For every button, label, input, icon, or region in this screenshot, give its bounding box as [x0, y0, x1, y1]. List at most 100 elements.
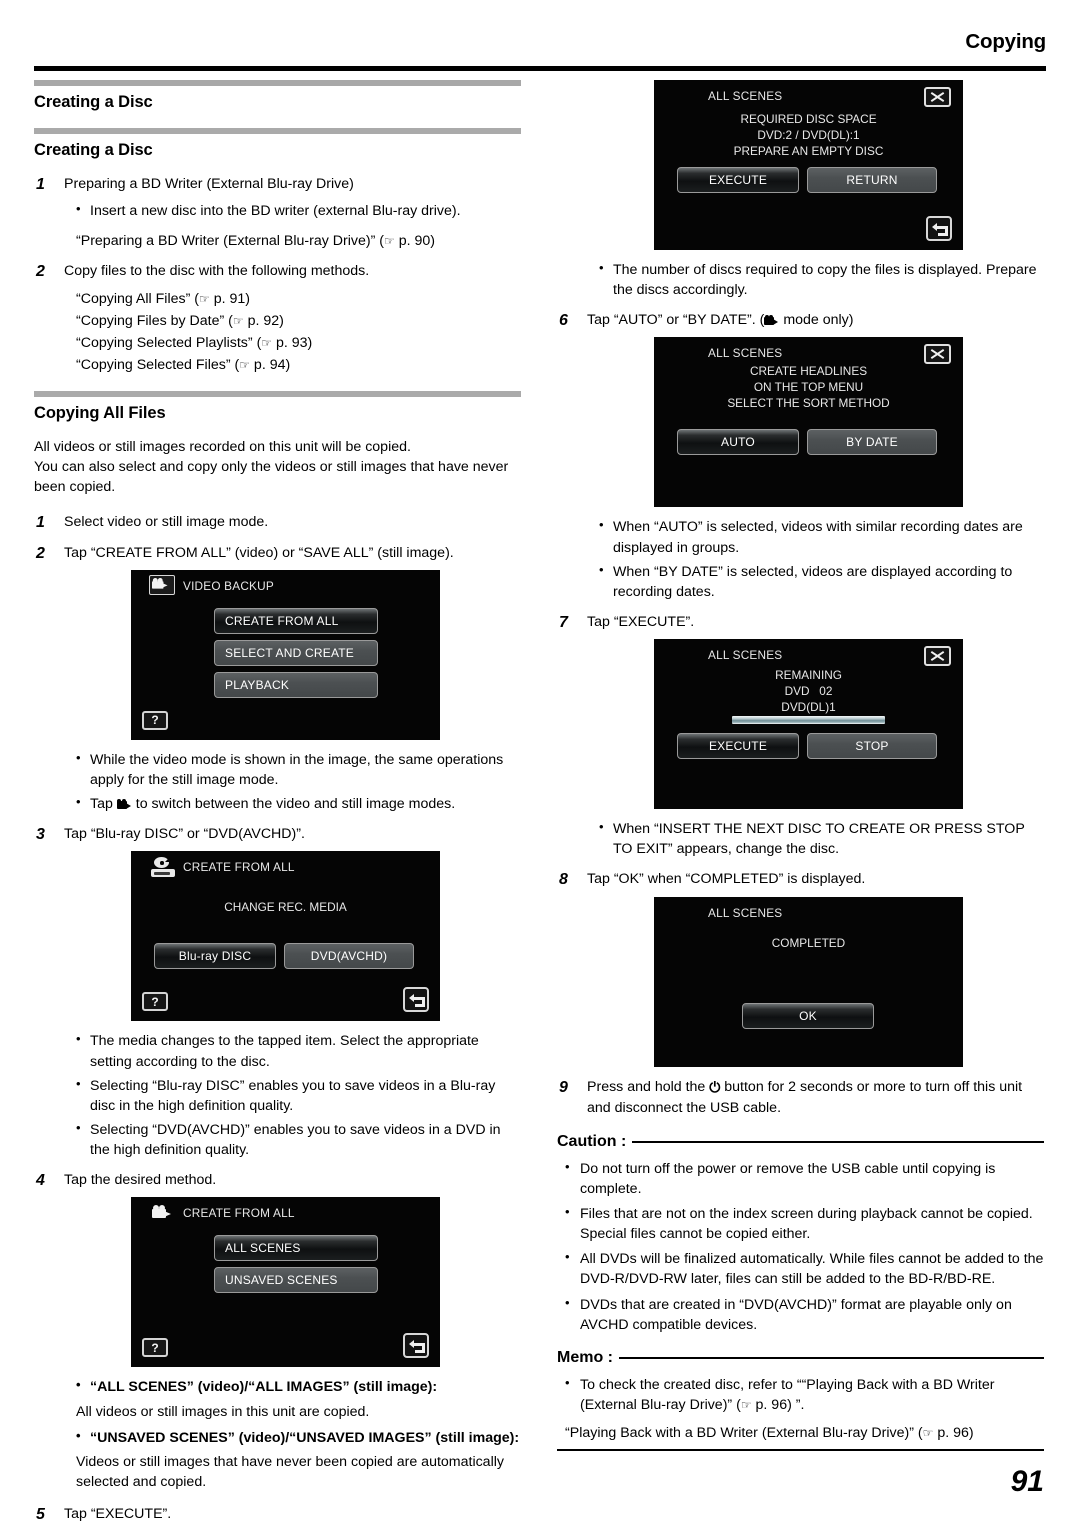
panel-title: VIDEO BACKUP — [183, 578, 274, 593]
list-item: While the video mode is shown in the ima… — [76, 749, 521, 790]
button-bluray-disc[interactable]: Blu-ray DISC — [154, 943, 276, 970]
intro-line-1: All videos or still images recorded on t… — [34, 439, 411, 456]
caf-step-5: 5 Tap “EXECUTE”. — [34, 1504, 521, 1525]
step-number: 7 — [559, 614, 568, 632]
step-text: Copy files to the disc with the followin… — [64, 263, 370, 280]
close-icon[interactable] — [924, 87, 951, 107]
back-button[interactable] — [403, 1333, 429, 1359]
back-button[interactable] — [403, 987, 429, 1013]
panel-title: ALL SCENES — [708, 648, 783, 663]
button-unsaved-scenes[interactable]: UNSAVED SCENES — [214, 1267, 378, 1294]
memo-list: To check the created disc, refer to ““Pl… — [557, 1374, 1044, 1415]
step-text: Press and hold the ⏻ button for 2 second… — [587, 1077, 1044, 1119]
caf-step-2: 2 Tap “CREATE FROM ALL” (video) or “SAVE… — [34, 543, 521, 564]
button-create-from-all[interactable]: CREATE FROM ALL — [214, 607, 378, 634]
step-number: 9 — [559, 1078, 568, 1096]
panel-2-bullets: The media changes to the tapped item. Se… — [34, 1030, 521, 1160]
right-column: ALL SCENES REQUIRED DISC SPACE DVD:2 / D… — [557, 80, 1044, 1452]
panel-message-line-1: REQUIRED DISC SPACE — [740, 112, 877, 126]
step-1-reference: “Preparing a BD Writer (External Blu-ray… — [34, 231, 521, 251]
list-item: “ALL SCENES” (video)/“ALL IMAGES” (still… — [76, 1376, 521, 1397]
hand-pointer-icon: ☞ — [232, 313, 244, 328]
hand-pointer-icon: ☞ — [384, 234, 395, 249]
reference-page: p. 93) — [272, 334, 313, 351]
panel-message-line-3: DVD(DL)1 — [781, 700, 836, 715]
memo-rule — [619, 1356, 1044, 1359]
intro-line-2: You can also select and copy only the vi… — [34, 459, 509, 496]
button-by-date[interactable]: BY DATE — [807, 429, 937, 456]
memo-label: Memo : — [557, 1348, 613, 1366]
panel-message: CHANGE REC. MEDIA — [224, 900, 347, 915]
memo-tail-post: p. 96) — [933, 1425, 974, 1442]
list-item: The number of discs required to copy the… — [599, 259, 1044, 300]
button-dvd-avchd[interactable]: DVD(AVCHD) — [284, 943, 414, 970]
help-button[interactable]: ? — [142, 992, 168, 1012]
memo-header: Memo : — [557, 1349, 1044, 1367]
button-ok[interactable]: OK — [742, 1002, 874, 1029]
list-item: Insert a new disc into the BD writer (ex… — [76, 200, 521, 221]
button-return[interactable]: RETURN — [807, 167, 937, 193]
step-number: 8 — [559, 871, 568, 889]
page-number: 91 — [1010, 1465, 1044, 1498]
panel-completed: ALL SCENES COMPLETED OK — [654, 896, 963, 1067]
panel-message-line-1: CREATE HEADLINES — [749, 364, 868, 379]
step-text: Tap “OK” when “COMPLETED” is displayed. — [587, 871, 866, 888]
button-select-and-create[interactable]: SELECT AND CREATE — [214, 639, 378, 666]
power-icon: ⏻ — [709, 1079, 721, 1096]
panel-video-backup: VIDEO BACKUP CREATE FROM ALL SELECT AND … — [131, 569, 440, 740]
list-item: When “BY DATE” is selected, videos are d… — [599, 561, 1044, 602]
step-7: 7 Tap “EXECUTE”. — [557, 612, 1044, 633]
panel-message: COMPLETED — [771, 935, 846, 950]
video-camera-icon — [152, 1205, 174, 1220]
step-number: 2 — [36, 263, 45, 281]
hand-pointer-icon: ☞ — [740, 1398, 752, 1413]
panel-message-line-3: PREPARE AN EMPTY DISC — [733, 144, 884, 158]
hand-pointer-icon: ☞ — [922, 1426, 934, 1441]
button-playback[interactable]: PLAYBACK — [214, 671, 378, 698]
copying-all-files-intro: All videos or still images recorded on t… — [34, 437, 521, 497]
list-item: To check the created disc, refer to ““Pl… — [565, 1374, 1044, 1415]
caution-list: Do not turn off the power or remove the … — [557, 1158, 1044, 1335]
reference-text: “Preparing a BD Writer (External Blu-ray… — [76, 233, 384, 250]
section-divider-bar — [34, 80, 521, 86]
step-number: 5 — [36, 1506, 45, 1524]
step-2-reference-0: “Copying All Files” (☞ p. 91) — [34, 289, 521, 309]
step-2: 2 Copy files to the disc with the follow… — [34, 261, 521, 282]
button-auto[interactable]: AUTO — [677, 429, 799, 456]
panel-title: ALL SCENES — [708, 346, 783, 361]
panel-required-disc-space: ALL SCENES REQUIRED DISC SPACE DVD:2 / D… — [654, 80, 963, 250]
help-button[interactable]: ? — [142, 710, 168, 730]
panel-message-line-3: SELECT THE SORT METHOD — [727, 396, 890, 411]
list-item: All DVDs will be finalized automatically… — [565, 1248, 1044, 1289]
memo-tail-pre: “Playing Back with a BD Writer (External… — [565, 1425, 923, 1442]
back-button[interactable] — [926, 216, 952, 241]
step-text: Tap “EXECUTE”. — [64, 1506, 172, 1523]
help-button[interactable]: ? — [142, 1338, 168, 1358]
panel-change-rec-media: CREATE FROM ALL CHANGE REC. MEDIA Blu-ra… — [131, 851, 440, 1022]
close-icon[interactable] — [924, 344, 951, 365]
button-execute[interactable]: EXECUTE — [677, 733, 799, 760]
step-number: 4 — [36, 1172, 45, 1190]
button-execute[interactable]: EXECUTE — [677, 167, 799, 193]
reference-text: “Copying Selected Playlists” ( — [76, 334, 262, 351]
bullet-text-post: to switch between the video and still im… — [131, 796, 456, 813]
progress-bar — [732, 716, 885, 725]
list-item: DVDs that are created in “DVD(AVCHD)” fo… — [565, 1294, 1044, 1335]
back-arrow-icon — [932, 223, 948, 236]
step-1: 1 Preparing a BD Writer (External Blu-ra… — [34, 174, 521, 195]
step-2-reference-3: “Copying Selected Files” (☞ p. 94) — [34, 355, 521, 375]
back-arrow-icon — [409, 994, 425, 1008]
panel-create-from-all-scenes: CREATE FROM ALL ALL SCENES UNSAVED SCENE… — [131, 1197, 440, 1368]
panel-create-headlines-bullets: When “AUTO” is selected, videos with sim… — [557, 516, 1044, 602]
button-all-scenes[interactable]: ALL SCENES — [214, 1235, 378, 1262]
close-icon[interactable] — [924, 646, 951, 667]
disc-drive-icon — [151, 857, 175, 878]
button-stop[interactable]: STOP — [807, 733, 937, 760]
step-text: Select video or still image mode. — [64, 513, 269, 530]
step-text: Tap “EXECUTE”. — [587, 614, 695, 631]
copying-all-files-divider-bar — [34, 391, 521, 398]
step-number: 2 — [36, 544, 45, 562]
memo-reference-tail: “Playing Back with a BD Writer (External… — [557, 1421, 1044, 1452]
panel-required-disc-space-bullets: The number of discs required to copy the… — [557, 259, 1044, 300]
panel-remaining-bullets: When “INSERT THE NEXT DISC TO CREATE OR … — [557, 818, 1044, 859]
